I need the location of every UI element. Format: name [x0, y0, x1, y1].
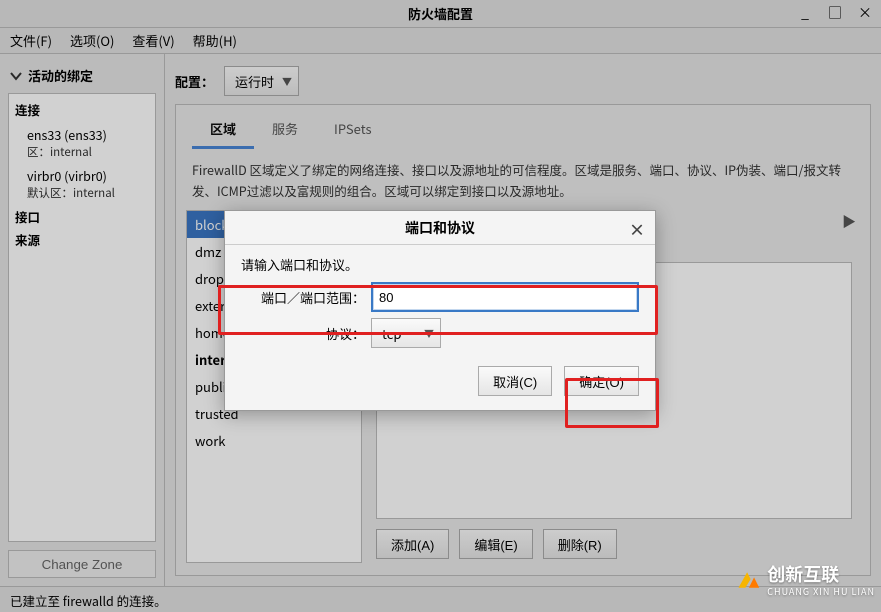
tab-zones[interactable]: 区域: [192, 111, 254, 149]
bindings-header[interactable]: 活动的绑定: [8, 62, 156, 93]
bindings-title: 活动的绑定: [28, 66, 93, 85]
edit-button[interactable]: 编辑(E): [459, 529, 532, 559]
protocol-label: 协议：: [241, 324, 365, 343]
protocol-row: 协议： tcp ▼: [241, 318, 639, 348]
group-sources: 来源: [15, 230, 149, 249]
watermark-text: 创新互联: [767, 561, 839, 587]
window-title: 防火墙配置: [408, 4, 473, 23]
conn-item-ens33[interactable]: ens33 (ens33): [15, 123, 149, 144]
watermark-logo-icon: [735, 567, 761, 593]
protocol-value: tcp: [382, 324, 401, 343]
menu-view[interactable]: 查看(V): [132, 31, 174, 50]
tab-ipsets[interactable]: IPSets: [316, 111, 390, 149]
menu-file[interactable]: 文件(F): [10, 31, 52, 50]
port-input[interactable]: [371, 282, 639, 312]
menu-options[interactable]: 选项(O): [70, 31, 114, 50]
dialog-body: 请输入端口和协议。 端口／端口范围： 协议： tcp ▼ 取消(C) 确定(O): [225, 245, 655, 410]
maximize-button[interactable]: □: [825, 3, 845, 23]
group-interfaces: 接口: [15, 207, 149, 226]
add-button[interactable]: 添加(A): [376, 529, 449, 559]
port-row: 端口／端口范围：: [241, 282, 639, 312]
subtab-more-icon[interactable]: ▶: [842, 212, 856, 232]
group-connections: 连接: [15, 100, 149, 119]
conn-zone-ens33: 区：internal: [15, 144, 149, 164]
dropdown-icon: ▼: [282, 74, 292, 89]
dialog-close-icon[interactable]: ×: [629, 217, 645, 241]
port-buttons: 添加(A) 编辑(E) 删除(R): [368, 519, 860, 563]
main-tabs: 区域 服务 IPSets: [176, 105, 870, 149]
close-button[interactable]: ×: [855, 3, 875, 23]
delete-button[interactable]: 删除(R): [543, 529, 617, 559]
window-buttons: _ □ ×: [795, 3, 875, 23]
menubar: 文件(F) 选项(O) 查看(V) 帮助(H): [0, 28, 881, 54]
dialog-prompt: 请输入端口和协议。: [241, 255, 639, 274]
watermark: 创新互联 CHUANG XIN HU LIAN: [735, 561, 875, 598]
port-label: 端口／端口范围：: [241, 288, 365, 307]
config-row: 配置： 运行时 ▼: [175, 66, 871, 96]
titlebar: 防火墙配置 _ □ ×: [0, 0, 881, 28]
dialog-titlebar: 端口和协议 ×: [225, 211, 655, 245]
dialog-title: 端口和协议: [405, 218, 475, 238]
dialog-buttons: 取消(C) 确定(O): [241, 366, 639, 396]
port-dialog: 端口和协议 × 请输入端口和协议。 端口／端口范围： 协议： tcp ▼ 取消(…: [224, 210, 656, 411]
config-value: 运行时: [235, 72, 274, 91]
tab-services[interactable]: 服务: [254, 111, 316, 149]
dropdown-icon: ▼: [424, 326, 434, 341]
left-panel: 活动的绑定 连接 ens33 (ens33) 区：internal virbr0…: [0, 54, 165, 586]
change-zone-button[interactable]: Change Zone: [8, 550, 156, 578]
protocol-combo[interactable]: tcp ▼: [371, 318, 441, 348]
zone-work[interactable]: work: [187, 427, 361, 454]
conn-zone-virbr0: 默认区：internal: [15, 185, 149, 205]
cancel-button[interactable]: 取消(C): [478, 366, 552, 396]
config-label: 配置：: [175, 72, 214, 91]
watermark-sub: CHUANG XIN HU LIAN: [767, 585, 875, 598]
minimize-button[interactable]: _: [795, 3, 815, 23]
zone-description: FirewallD 区域定义了绑定的网络连接、接口以及源地址的可信程度。区域是服…: [176, 149, 870, 210]
chevron-down-icon: [10, 70, 22, 82]
conn-item-virbr0[interactable]: virbr0 (virbr0): [15, 164, 149, 185]
menu-help[interactable]: 帮助(H): [193, 31, 237, 50]
connections-list[interactable]: 连接 ens33 (ens33) 区：internal virbr0 (virb…: [8, 93, 156, 542]
ok-button[interactable]: 确定(O): [564, 366, 639, 396]
config-combo[interactable]: 运行时 ▼: [224, 66, 299, 96]
